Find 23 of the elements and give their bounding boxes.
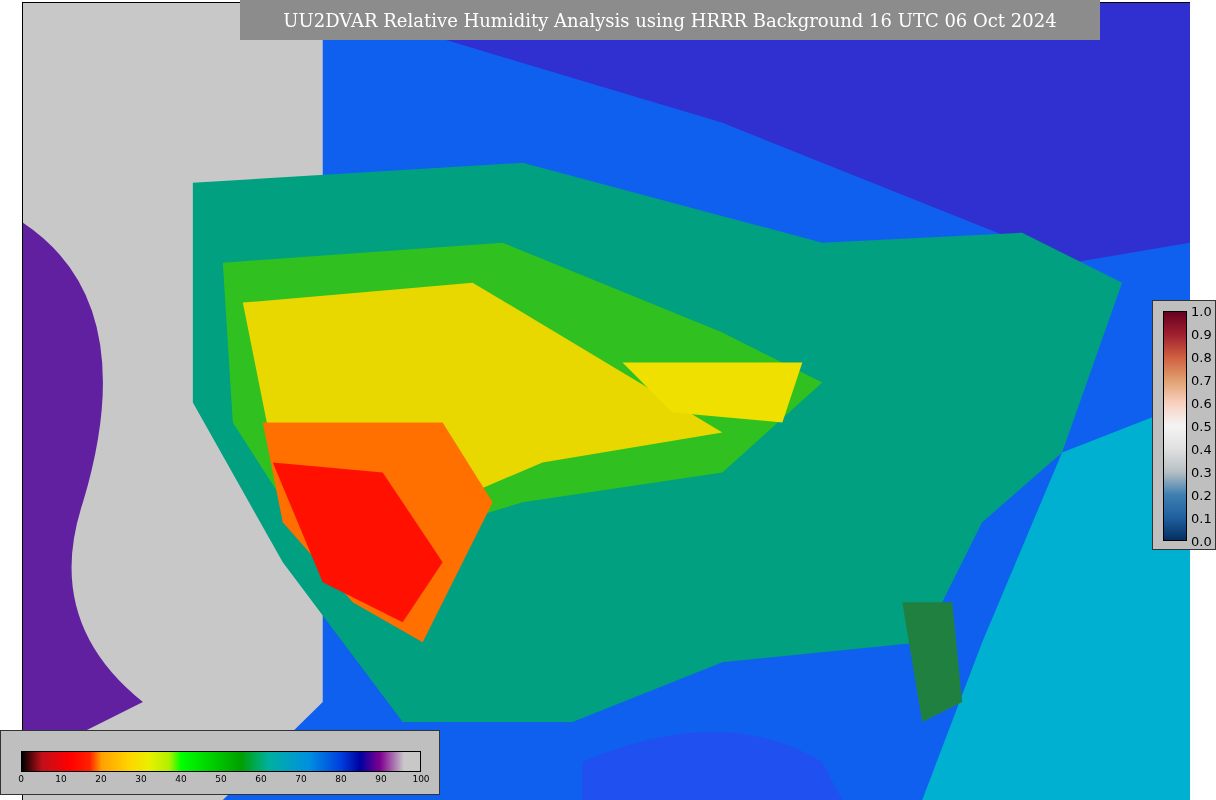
tick-label: 20: [95, 775, 107, 784]
tick-label: 0.8: [1191, 350, 1212, 364]
tick-label: 0.3: [1191, 465, 1212, 479]
tick-label: 50: [215, 775, 227, 784]
tick-label: 80: [335, 775, 347, 784]
tick-label: 100: [412, 775, 430, 784]
tick-label: 0.9: [1191, 327, 1212, 341]
tick-label: 60: [255, 775, 267, 784]
tick-label: 0.7: [1191, 373, 1212, 387]
tick-label: 0.5: [1191, 419, 1212, 433]
tick-label: 30: [135, 775, 147, 784]
tick-label: 1.0: [1191, 304, 1212, 318]
tick-label: 90: [375, 775, 387, 784]
tick-label: 0: [18, 775, 24, 784]
tick-label: 0.6: [1191, 396, 1212, 410]
map-title: UU2DVAR Relative Humidity Analysis using HRRR Background 16 UTC 06 Oct 2024: [240, 0, 1100, 40]
tick-label: 0.1: [1191, 511, 1212, 525]
tick-label: 10: [55, 775, 67, 784]
tick-label: 40: [175, 775, 187, 784]
tick-label: 0.4: [1191, 442, 1212, 456]
tick-label: 0.0: [1191, 534, 1212, 548]
tick-label: 0.2: [1191, 488, 1212, 502]
tick-label: 70: [295, 775, 307, 784]
